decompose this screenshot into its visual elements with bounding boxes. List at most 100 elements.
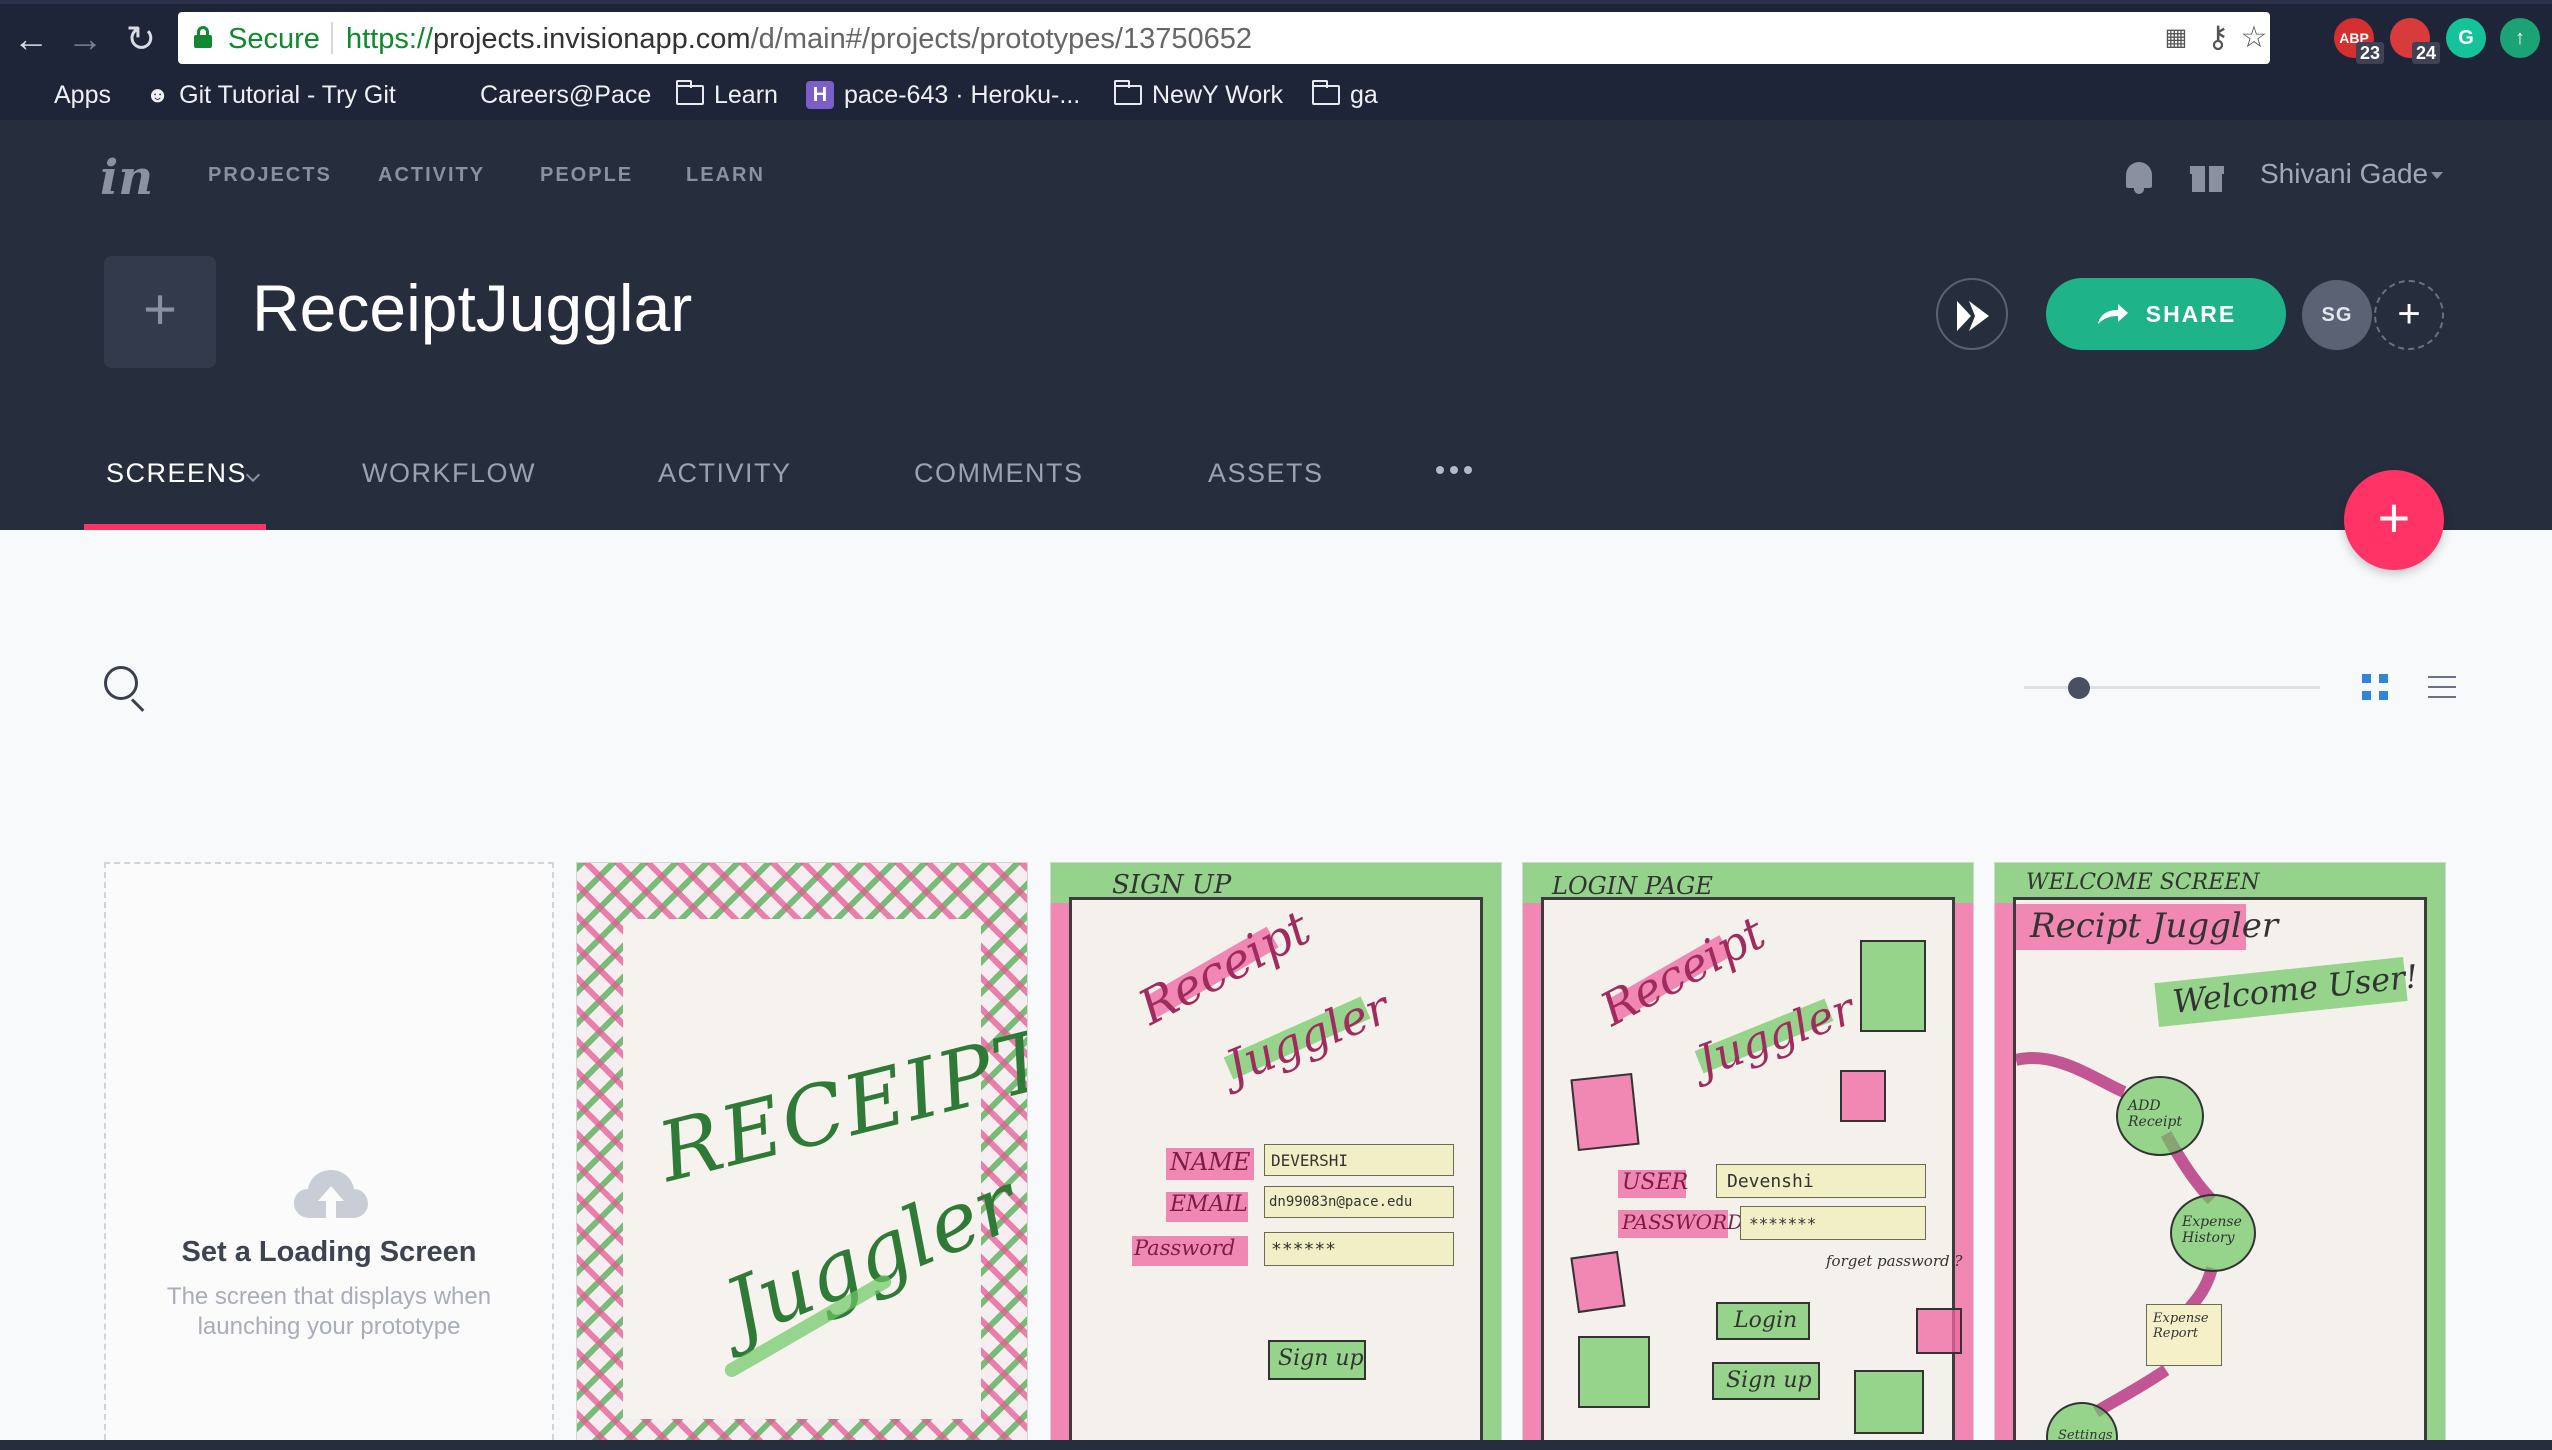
folder-icon [676, 80, 704, 105]
sketch-button-label: Sign up [1278, 1346, 1364, 1371]
avatar[interactable]: SG [2302, 280, 2372, 350]
nav-learn[interactable]: LEARN [686, 164, 765, 187]
folder-icon [1114, 80, 1142, 105]
sketch-logo: Recipt Juggler [2030, 906, 2279, 946]
sketch-field-value: dn99083n@pace.edu [1264, 1186, 1454, 1218]
address-bar[interactable]: Secure https://projects.invisionapp.com/… [178, 12, 2270, 64]
add-screen-button[interactable]: + [2344, 470, 2444, 570]
lock-icon [194, 26, 212, 48]
project-title: ReceiptJugglar [252, 271, 693, 345]
update-extension-icon[interactable]: ↑ [2500, 18, 2540, 58]
sketch-button-label: Sign up [1726, 1368, 1812, 1393]
list-view-icon[interactable] [2428, 674, 2456, 700]
sketch-logo-line2: Juggler [1690, 983, 1862, 1088]
nav-people[interactable]: PEOPLE [540, 164, 633, 187]
sketch-paper: WELCOME SCREEN Recipt Juggler Welcome Us… [2013, 870, 2427, 1449]
bookmark-label: ga [1350, 80, 1378, 109]
sketch-heading: WELCOME SCREEN [2026, 870, 2260, 895]
sketch-highlight [1995, 903, 2015, 1449]
app-header: in PROJECTS ACTIVITY PEOPLE LEARN Shivan… [0, 120, 2552, 530]
zoom-slider-fill [2024, 686, 2068, 689]
bookmark-careers-pace[interactable]: Careers@Pace [480, 78, 651, 112]
sketch-subtitle-text: Juggler [712, 1155, 1028, 1358]
more-tabs-icon[interactable] [1436, 466, 1472, 474]
grid-view-icon[interactable] [2362, 674, 2388, 700]
bookmark-label: NewY Work [1152, 80, 1284, 109]
sketch-field-label: NAME [1170, 1148, 1251, 1176]
tab-comments[interactable]: COMMENTS [914, 458, 1084, 489]
tab-strip-edge [0, 0, 2552, 4]
screen-thumbnail-welcome[interactable]: WELCOME SCREEN Recipt Juggler Welcome Us… [1994, 862, 2446, 1450]
key-icon[interactable]: ⚷ [2200, 21, 2236, 55]
chevron-down-icon[interactable] [2431, 172, 2443, 179]
active-tab-indicator [84, 524, 266, 530]
sketch-forgot-password: forget password ? [1826, 1252, 1963, 1270]
tab-assets[interactable]: ASSETS [1208, 458, 1324, 489]
sketch-field-label: Password [1134, 1236, 1236, 1260]
sketch-block [1570, 1250, 1626, 1314]
screen-thumbnail-login[interactable]: LOGIN PAGE Receipt Juggler USER Devenshi… [1522, 862, 1974, 1450]
nav-projects[interactable]: PROJECTS [208, 164, 332, 187]
bookmark-apps[interactable]: Apps [20, 78, 111, 112]
sketch-block [1570, 1072, 1640, 1152]
loading-screen-description-line: The screen that displays when [166, 1283, 492, 1310]
abp-extension-icon[interactable]: ABP 23 [2334, 18, 2384, 64]
bottom-edge [0, 1440, 2552, 1450]
back-arrow-icon[interactable]: ← [6, 14, 56, 64]
bookmark-heroku[interactable]: Hpace-643 · Heroku-... [806, 78, 1080, 112]
gift-icon[interactable] [2190, 162, 2224, 192]
share-button[interactable]: SHARE [2046, 278, 2286, 350]
grammarly-extension-icon[interactable]: G [2446, 18, 2486, 58]
notifications-bell-icon[interactable] [2124, 160, 2154, 194]
project-thumbnail-add-button[interactable]: + [104, 256, 216, 368]
sketch-logo-line1: Receipt [1591, 905, 1774, 1037]
bookmark-label: Learn [714, 80, 778, 109]
zoom-slider[interactable] [2024, 677, 2320, 699]
tab-activity[interactable]: ACTIVITY [658, 458, 792, 489]
set-loading-screen-card[interactable]: Set a Loading Screen The screen that dis… [104, 862, 554, 1450]
blocked-popup-icon[interactable]: ▦ [2158, 21, 2194, 55]
tab-workflow[interactable]: WORKFLOW [362, 458, 536, 489]
github-cat-icon: ☻ [146, 82, 170, 107]
bookmark-git-tutorial[interactable]: ☻ Git Tutorial - Try Git [146, 78, 396, 112]
chevron-down-icon[interactable] [248, 470, 260, 478]
forward-arrow-icon[interactable]: → [60, 14, 110, 64]
loading-screen-description: The screen that displays when launching … [106, 1282, 552, 1342]
sketch-field-value: DEVERSHI [1264, 1144, 1454, 1176]
bookmark-label: Careers@Pace [480, 80, 652, 109]
add-member-button[interactable]: + [2374, 280, 2444, 350]
user-menu[interactable]: Shivani Gade [2260, 158, 2428, 190]
sketch-highlight [2427, 903, 2445, 1449]
secure-label: Secure [228, 23, 320, 55]
nav-activity[interactable]: ACTIVITY [378, 164, 485, 187]
share-arrow-icon [2097, 304, 2128, 324]
sketch-block [1916, 1308, 1962, 1354]
screen-thumbnail-title[interactable]: RECEIPT Juggler [576, 862, 1028, 1450]
sketch-paper: SIGN UP Receipt Juggler NAME DEVERSHI EM… [1069, 870, 1483, 1449]
url-text[interactable]: https://projects.invisionapp.com/d/main#… [346, 23, 1252, 56]
preview-button[interactable] [1936, 278, 2008, 350]
search-icon[interactable] [104, 666, 148, 712]
calendar-extension-icon[interactable]: 24 [2390, 18, 2440, 64]
preview-play-icon [1957, 301, 1989, 331]
browser-chrome: ← → ↻ Secure https://projects.invisionap… [0, 0, 2552, 120]
zoom-slider-handle[interactable] [2068, 677, 2090, 699]
bookmark-newy-work[interactable]: NewY Work [1114, 78, 1283, 112]
bookmark-label: Git Tutorial - Try Git [179, 80, 396, 109]
sketch-field-value: ****** [1264, 1232, 1454, 1266]
bookmark-learn[interactable]: Learn [676, 78, 778, 112]
sketch-highlight [1955, 903, 1973, 1449]
sketch-heading: SIGN UP [1112, 870, 1232, 900]
tab-screens[interactable]: SCREENS [106, 458, 247, 489]
sketch-field-value: Devenshi [1716, 1164, 1926, 1198]
sketch-node-label: Expense History [2182, 1214, 2242, 1246]
reload-icon[interactable]: ↻ [116, 14, 166, 64]
loading-screen-title: Set a Loading Screen [181, 1236, 477, 1268]
bookmark-star-icon[interactable]: ☆ [2236, 21, 2272, 55]
invision-logo[interactable]: in [100, 150, 153, 206]
sketch-block [1578, 1336, 1650, 1408]
sketch-block [1854, 1370, 1924, 1434]
bookmark-ga[interactable]: ga [1312, 78, 1378, 112]
calendar-extension-badge: 24 [2411, 42, 2440, 64]
screen-thumbnail-signup[interactable]: SIGN UP Receipt Juggler NAME DEVERSHI EM… [1050, 862, 1502, 1450]
